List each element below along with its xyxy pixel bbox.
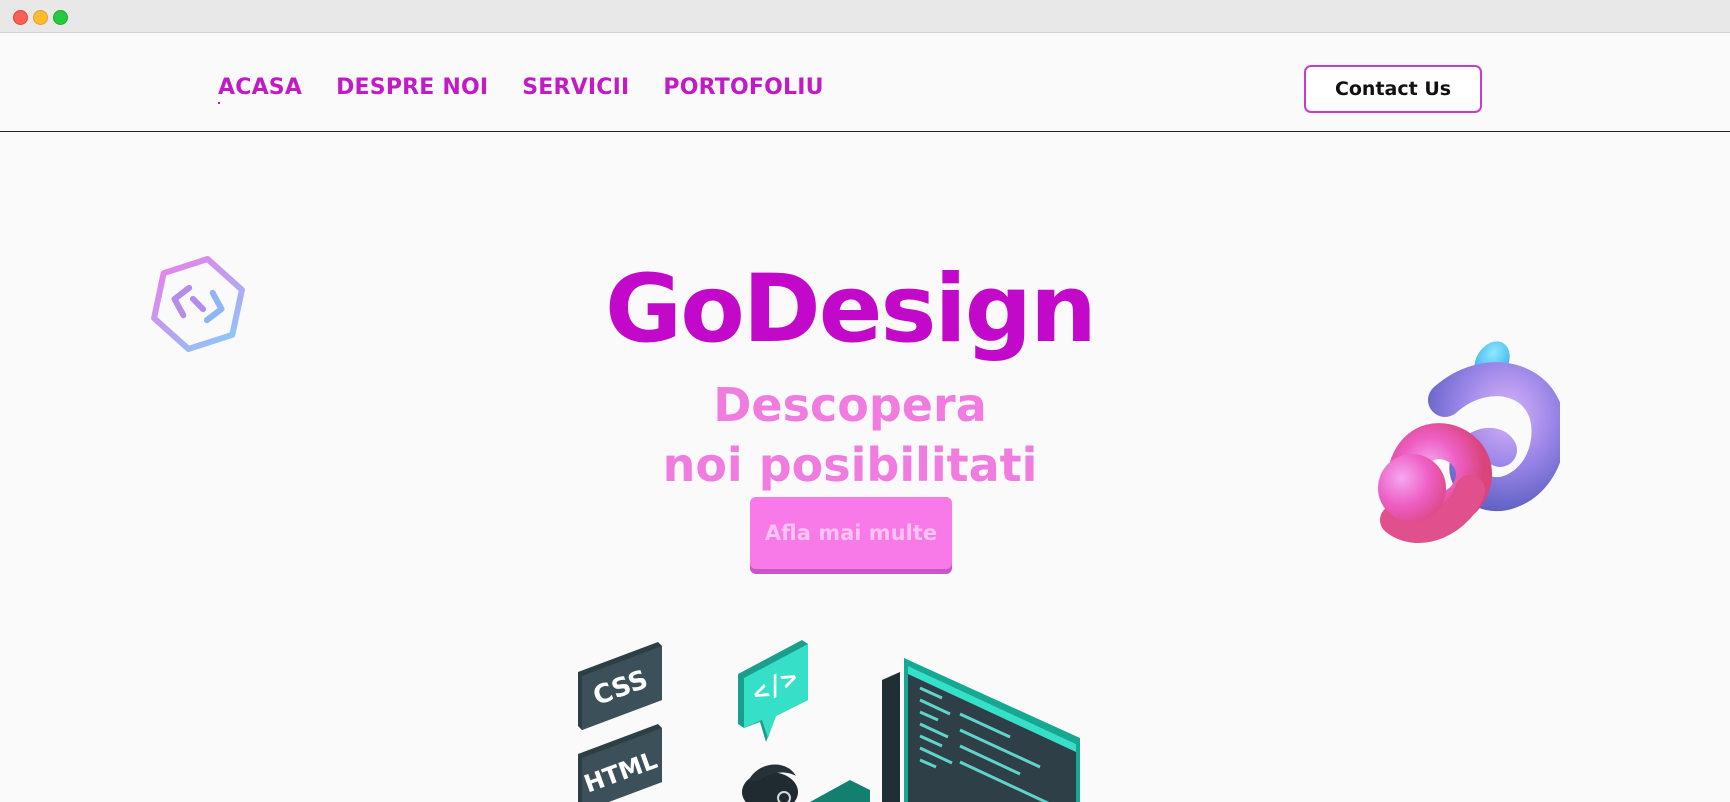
css-block: CSS xyxy=(578,642,662,730)
html-block: HTML xyxy=(578,724,662,802)
nav-link-acasa[interactable]: ACASA xyxy=(218,75,302,104)
nav-link-servicii[interactable]: SERVICII xyxy=(522,75,629,100)
contact-us-button[interactable]: Contact Us xyxy=(1304,65,1482,113)
code-bubble-icon: </> xyxy=(738,640,808,742)
learn-more-button[interactable]: Afla mai multe xyxy=(750,497,952,569)
monitor-screens xyxy=(882,658,1080,802)
window-titlebar xyxy=(0,0,1730,33)
developer-illustration: CSS HTML </> xyxy=(578,640,1080,802)
nav-links: ACASA DESPRE NOI SERVICII PORTOFOLIU xyxy=(218,75,824,104)
minimize-window-button[interactable] xyxy=(33,10,48,25)
developer-avatar xyxy=(742,764,870,802)
nav-link-portofoliu[interactable]: PORTOFOLIU xyxy=(663,75,823,100)
abstract-3d-knot-image xyxy=(1378,341,1560,543)
nav-link-despre-noi[interactable]: DESPRE NOI xyxy=(336,75,488,100)
close-window-button[interactable] xyxy=(13,10,28,25)
maximize-window-button[interactable] xyxy=(53,10,68,25)
